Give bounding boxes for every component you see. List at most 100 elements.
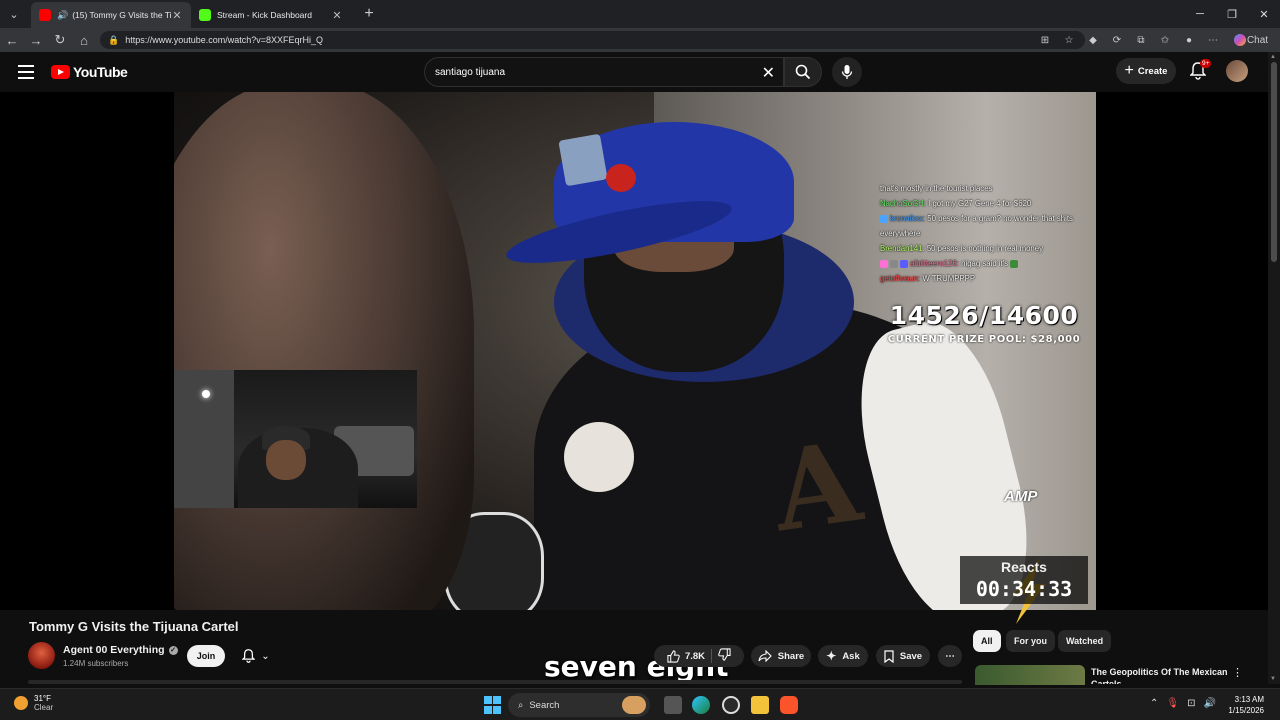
microphone-icon[interactable]: 🎙 <box>1166 698 1179 709</box>
channel-name[interactable]: Agent 00 Everything ✓ <box>63 644 178 656</box>
lock-icon[interactable]: 🔒 <box>108 35 119 46</box>
reacts-label: Reacts <box>1001 559 1047 575</box>
close-tab-icon[interactable]: ✕ <box>331 9 343 22</box>
favorites-icon[interactable]: ✩ <box>1156 32 1174 48</box>
speaker-icon[interactable]: 🔊 <box>57 10 68 21</box>
channel-avatar[interactable] <box>28 642 55 669</box>
microphone-icon <box>841 65 853 79</box>
chat-text: W TRUMPPPP <box>922 274 976 283</box>
video-frame[interactable]: A <box>174 92 1096 610</box>
address-bar-row: ← → ↻ ⌂ 🔒 https://www.youtube.com/watch?… <box>0 28 1280 52</box>
search-input[interactable]: santiago tijuana ✕ <box>424 57 784 87</box>
kick-favicon-icon <box>199 9 211 21</box>
reload-icon[interactable]: ↻ <box>48 32 72 48</box>
obs-icon[interactable] <box>722 696 740 714</box>
dislike-button[interactable] <box>718 648 731 664</box>
tab-title: Stream - Kick Dashboard <box>217 10 312 20</box>
chat-text: I got my G27 Gene 4 for $620 <box>928 199 1032 208</box>
task-view-icon[interactable] <box>664 696 682 714</box>
chip-for-you[interactable]: For you <box>1006 630 1055 652</box>
chat-user: kronnikxx: <box>890 214 926 223</box>
tab-list-chevron-icon[interactable]: ⌄ <box>3 3 25 25</box>
forward-arrow-icon[interactable]: → <box>24 33 48 48</box>
more-menu-icon[interactable]: ⋯ <box>1204 32 1222 48</box>
minimize-icon[interactable]: ─ <box>1184 0 1216 28</box>
notification-count-badge: 9+ <box>1200 59 1212 68</box>
chat-user: albiitteero126: <box>910 259 959 268</box>
windows-start-icon[interactable] <box>484 696 501 714</box>
back-arrow-icon[interactable]: ← <box>0 33 24 48</box>
subscribed-bell-button[interactable]: ⌄ <box>232 645 280 667</box>
extension-diamond-icon[interactable]: ◆ <box>1084 32 1102 48</box>
clock-date: 1/15/2026 <box>1228 706 1264 715</box>
split-screen-icon[interactable]: ⧉ <box>1132 32 1150 48</box>
youtube-favicon-icon <box>39 9 51 21</box>
window-controls: ─ ❐ ✕ <box>1184 0 1280 28</box>
ask-button[interactable]: ✦ Ask <box>818 645 868 667</box>
volume-icon[interactable]: 🔊 <box>1203 698 1215 709</box>
scene-person-left <box>174 92 474 610</box>
scroll-up-icon[interactable]: ▲ <box>1270 54 1276 60</box>
home-icon[interactable]: ⌂ <box>72 33 96 48</box>
refresh-ext-icon[interactable]: ⟳ <box>1108 32 1126 48</box>
chat-line: NachoSoGH: I got my G27 Gene 4 for $620 <box>880 196 1092 211</box>
close-tab-icon[interactable]: ✕ <box>171 9 183 22</box>
create-button[interactable]: + Create <box>1116 58 1176 84</box>
chip-all[interactable]: All <box>973 630 1001 652</box>
edge-browser-icon[interactable] <box>692 696 710 714</box>
app-available-icon[interactable]: ⊞ <box>1036 32 1054 48</box>
create-label: Create <box>1137 65 1168 77</box>
notifications-button[interactable]: 9+ <box>1189 59 1212 80</box>
tab-kick-dashboard[interactable]: Stream - Kick Dashboard ✕ <box>191 2 351 28</box>
scrollbar-thumb[interactable] <box>1271 62 1277 262</box>
recommended-video-title[interactable]: The Geopolitics Of The Mexican Cartels <box>1091 666 1231 684</box>
network-icon[interactable]: ⊡ <box>1187 698 1195 709</box>
recommended-more-icon[interactable]: ⋮ <box>1232 666 1243 679</box>
video-player[interactable]: A that's mostly in the tourist places Na… <box>0 92 1268 683</box>
file-explorer-icon[interactable] <box>751 696 769 714</box>
favorite-star-icon[interactable]: ☆ <box>1060 32 1078 48</box>
clear-search-icon[interactable]: ✕ <box>762 63 775 83</box>
tab-youtube[interactable]: 🔊 (15) Tommy G Visits the Tijuana Cartel… <box>31 2 191 28</box>
like-dislike-group: 7.8K <box>654 645 744 667</box>
close-window-icon[interactable]: ✕ <box>1248 0 1280 28</box>
more-dots-icon: ⋯ <box>945 650 955 662</box>
tab-title: (15) Tommy G Visits the Tijuana Cartel <box>72 10 171 20</box>
chip-watched[interactable]: Watched <box>1058 630 1112 652</box>
profile-icon[interactable]: ● <box>1180 32 1198 48</box>
share-button[interactable]: Share <box>751 645 811 667</box>
chat-user: Brendan141: <box>880 244 925 253</box>
scroll-down-icon[interactable]: ▼ <box>1270 676 1276 682</box>
clock-time: 3:13 AM <box>1234 695 1264 704</box>
account-avatar[interactable] <box>1226 60 1248 82</box>
menu-hamburger-icon[interactable] <box>18 65 34 79</box>
more-actions-button[interactable]: ⋯ <box>938 645 962 667</box>
chat-text: 50 pesos is nothing in real money <box>926 244 1043 253</box>
brave-browser-icon[interactable] <box>780 696 798 714</box>
save-button[interactable]: Save <box>876 645 930 667</box>
voice-search-button[interactable] <box>832 57 862 87</box>
new-tab-plus-icon[interactable]: + <box>357 5 381 23</box>
restore-icon[interactable]: ❐ <box>1216 0 1248 28</box>
scene-jacket-patch <box>564 422 634 492</box>
youtube-wordmark: YouTube <box>73 64 128 80</box>
tray-chevron-up-icon[interactable]: ⌃ <box>1150 698 1158 709</box>
weather-widget[interactable]: 31°F Clear <box>14 694 53 712</box>
youtube-logo[interactable]: YouTube <box>51 64 128 80</box>
recommended-video-thumbnail[interactable] <box>975 665 1085 685</box>
youtube-play-icon <box>51 65 70 79</box>
system-clock[interactable]: 3:13 AM 1/15/2026 <box>1224 694 1264 716</box>
like-button[interactable]: 7.8K <box>667 649 705 663</box>
chat-line: that's mostly in the tourist places <box>880 181 1092 196</box>
save-label: Save <box>899 650 923 662</box>
chat-line: kronnikxx: 50 pesos for a gram? no wonde… <box>880 211 1092 241</box>
verified-check-icon: ✓ <box>168 645 178 655</box>
copilot-chat-button[interactable]: Chat <box>1228 32 1272 48</box>
page-scrollbar[interactable]: ▲ ▼ <box>1268 52 1280 684</box>
url-field[interactable]: 🔒 https://www.youtube.com/watch?v=8XXFEq… <box>100 31 1085 49</box>
search-icon: ⌕ <box>518 699 524 711</box>
search-button[interactable] <box>784 57 822 87</box>
taskbar-search[interactable]: ⌕ Search <box>508 693 650 717</box>
chat-user: NachoSoGH: <box>880 199 926 208</box>
join-button[interactable]: Join <box>187 645 225 667</box>
